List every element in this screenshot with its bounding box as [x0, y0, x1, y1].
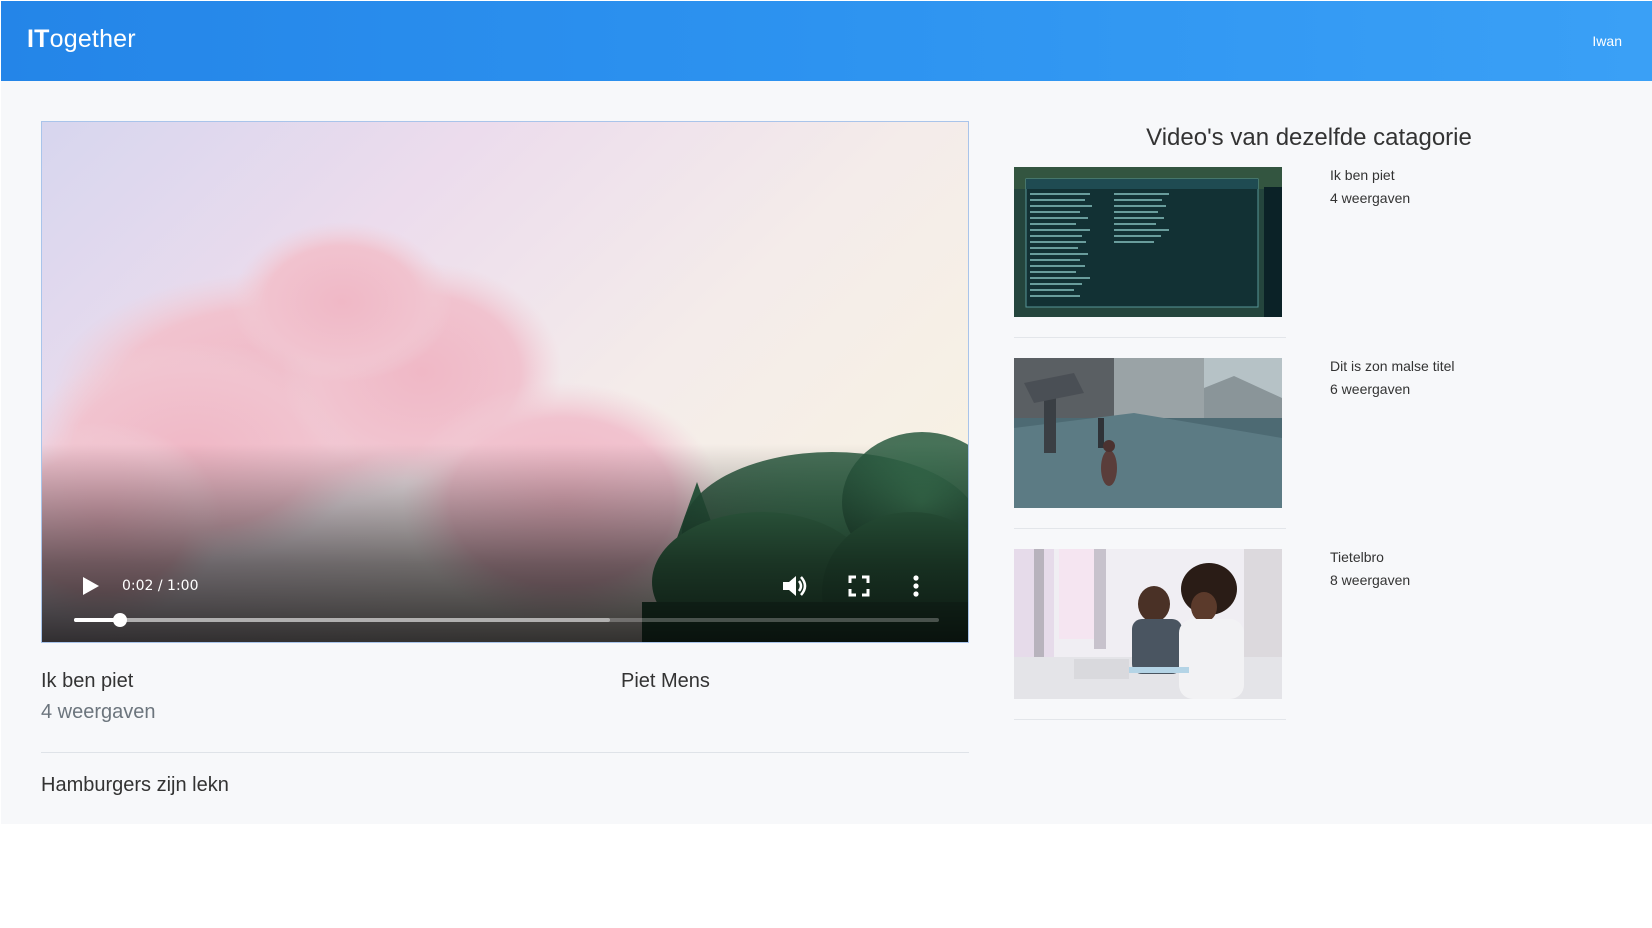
related-video-item[interactable]: Tietelbro 8 weergaven [1014, 549, 1652, 729]
brand-bold: IT [27, 25, 50, 53]
related-heading: Video's van dezelfde catagorie [1146, 124, 1472, 151]
related-video-title[interactable]: Tietelbro [1330, 549, 1384, 565]
related-video-views: 4 weergaven [1330, 190, 1411, 206]
related-thumbnail[interactable] [1014, 358, 1282, 508]
volume-icon [783, 576, 807, 596]
seek-bar[interactable] [74, 613, 939, 627]
play-icon [83, 577, 99, 595]
related-thumbnail[interactable] [1014, 549, 1282, 699]
related-video-item[interactable]: Ik ben piet 4 weergaven [1014, 167, 1652, 347]
video-title: Ik ben piet [41, 670, 134, 692]
play-button[interactable] [78, 574, 102, 598]
related-video-item[interactable]: Dit is zon malse titel 6 weergaven [1014, 358, 1652, 538]
related-thumbnail[interactable] [1014, 167, 1282, 317]
divider [41, 752, 969, 753]
more-vertical-icon [913, 575, 919, 597]
navbar: ITogether Iwan [1, 1, 1652, 81]
brand-logo[interactable]: ITogether [27, 25, 136, 54]
related-video-views: 6 weergaven [1330, 381, 1411, 397]
volume-button[interactable] [780, 572, 810, 600]
related-separator [1014, 337, 1286, 338]
thumbnail-game-scene-image [1014, 358, 1282, 508]
seek-bar-handle[interactable] [112, 613, 127, 627]
video-player[interactable]: 0:02 / 1:00 [41, 121, 969, 643]
video-author[interactable]: Piet Mens [621, 670, 710, 693]
time-display: 0:02 / 1:00 [122, 578, 199, 594]
related-separator [1014, 719, 1286, 720]
related-video-title[interactable]: Dit is zon malse titel [1330, 358, 1454, 374]
seek-bar-buffered [74, 618, 611, 622]
fullscreen-icon [848, 575, 870, 597]
related-separator [1014, 528, 1286, 529]
video-view-count: 4 weergaven [41, 701, 156, 723]
video-description: Hamburgers zijn lekn [41, 774, 229, 796]
related-video-title[interactable]: Ik ben piet [1330, 167, 1395, 183]
main-content: 0:02 / 1:00 Ik ben piet 4 weergaven Piet… [1, 81, 1652, 824]
thumbnail-office-image [1014, 549, 1282, 699]
controls-overlay [42, 444, 968, 642]
related-video-views: 8 weergaven [1330, 572, 1411, 588]
brand-rest: ogether [49, 25, 136, 53]
thumbnail-settings-image [1014, 167, 1282, 317]
user-menu[interactable]: Iwan [1592, 33, 1622, 49]
fullscreen-button[interactable] [847, 574, 871, 598]
more-options-button[interactable] [908, 574, 924, 598]
